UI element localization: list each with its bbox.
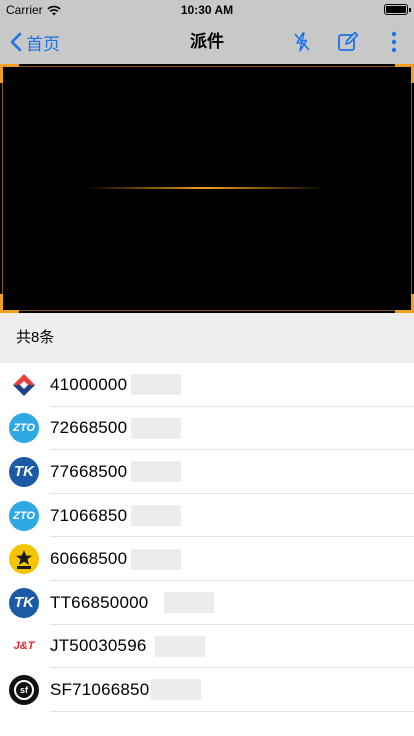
- sf-logo-icon: sf: [9, 674, 39, 705]
- status-bar: Carrier 10:30 AM: [0, 0, 414, 20]
- tracking-number: TT66850000: [50, 592, 149, 612]
- list-item[interactable]: sf SF71066850: [0, 668, 414, 712]
- redaction-block: [131, 548, 181, 570]
- scanner-corner: [395, 294, 414, 313]
- nav-actions: [290, 20, 406, 64]
- tracking-number: SF71066850: [50, 679, 150, 699]
- list-count: 共8条: [16, 329, 55, 346]
- scan-line: [86, 187, 326, 189]
- list-item[interactable]: ZTO 72668500: [0, 407, 414, 451]
- barcode-scanner-view[interactable]: [0, 64, 414, 313]
- more-vertical-icon[interactable]: [382, 30, 406, 54]
- tracking-number: JT50030596: [50, 636, 147, 656]
- list-item[interactable]: TK 77668500: [0, 450, 414, 494]
- redaction-block: [164, 592, 214, 614]
- tk-logo-icon: TK: [9, 456, 39, 487]
- scanner-corner: [0, 294, 19, 313]
- flash-off-icon[interactable]: [290, 30, 314, 54]
- parcel-list: 41000000 ZTO 72668500 TK 77668500 ZTO 71…: [0, 363, 414, 712]
- zto-logo-icon: ZTO: [9, 500, 39, 531]
- list-item[interactable]: J&T JT50030596: [0, 625, 414, 669]
- scanner-corner: [0, 64, 19, 83]
- redaction-block: [151, 679, 201, 701]
- zto-logo-icon: ZTO: [9, 413, 39, 444]
- redaction-block: [131, 417, 181, 439]
- redaction-block: [155, 635, 205, 657]
- nav-bar: 首页 派件: [0, 20, 414, 64]
- edit-icon[interactable]: [336, 30, 360, 54]
- tracking-number: 71066850: [50, 505, 128, 525]
- status-time: 10:30 AM: [180, 3, 234, 17]
- list-item[interactable]: ZTO 71066850: [0, 494, 414, 538]
- tracking-number: 60668500: [50, 549, 128, 569]
- scanner-corner: [395, 64, 414, 83]
- tracking-number: 77668500: [50, 461, 128, 481]
- list-item[interactable]: TK TT66850000: [0, 581, 414, 625]
- battery-icon: [384, 4, 411, 15]
- list-item[interactable]: 60668500: [0, 537, 414, 581]
- redaction-block: [131, 505, 181, 527]
- list-item[interactable]: 41000000: [0, 363, 414, 407]
- tracking-number: 41000000: [50, 374, 128, 394]
- redaction-block: [131, 374, 181, 396]
- ems-logo-icon: [9, 369, 39, 400]
- list-count-header: 共8条: [0, 313, 414, 363]
- redaction-block: [131, 461, 181, 483]
- jt-logo-icon: J&T: [9, 631, 39, 662]
- tk-logo-icon: TK: [9, 587, 39, 618]
- star-logo-icon: [9, 544, 39, 575]
- tracking-number: 72668500: [50, 418, 128, 438]
